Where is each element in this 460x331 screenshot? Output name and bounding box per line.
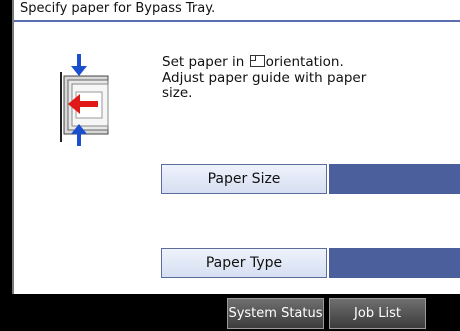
instructions-line-3: size. <box>162 85 193 101</box>
system-status-button[interactable]: System Status <box>227 298 324 329</box>
screen-title: Specify paper for Bypass Tray. <box>14 0 460 20</box>
instructions-text: Set paper in orientation. Adjust paper g… <box>162 54 452 102</box>
paper-type-row: Paper Type <box>161 248 460 278</box>
instructions-line-1-end: orientation. <box>265 54 344 70</box>
footer-bar: System Status Job List <box>0 294 460 331</box>
paper-type-value <box>329 248 460 278</box>
paper-type-button[interactable]: Paper Type <box>161 248 327 278</box>
screen: Specify paper for Bypass Tray. Set paper… <box>0 0 460 331</box>
paper-size-button[interactable]: Paper Size <box>161 164 327 194</box>
title-divider <box>14 20 460 22</box>
landscape-orientation-icon <box>249 55 265 67</box>
instructions-line-2: Adjust paper guide with paper <box>162 69 367 86</box>
main-panel: Specify paper for Bypass Tray. Set paper… <box>12 0 460 294</box>
paper-size-value <box>329 164 460 194</box>
job-list-button[interactable]: Job List <box>329 298 426 329</box>
paper-size-row: Paper Size <box>161 164 460 194</box>
instructions-line-1: Set paper in orientation. <box>162 54 452 71</box>
instructions-line-1-start: Set paper in <box>162 54 249 70</box>
bypass-tray-icon <box>54 52 116 148</box>
